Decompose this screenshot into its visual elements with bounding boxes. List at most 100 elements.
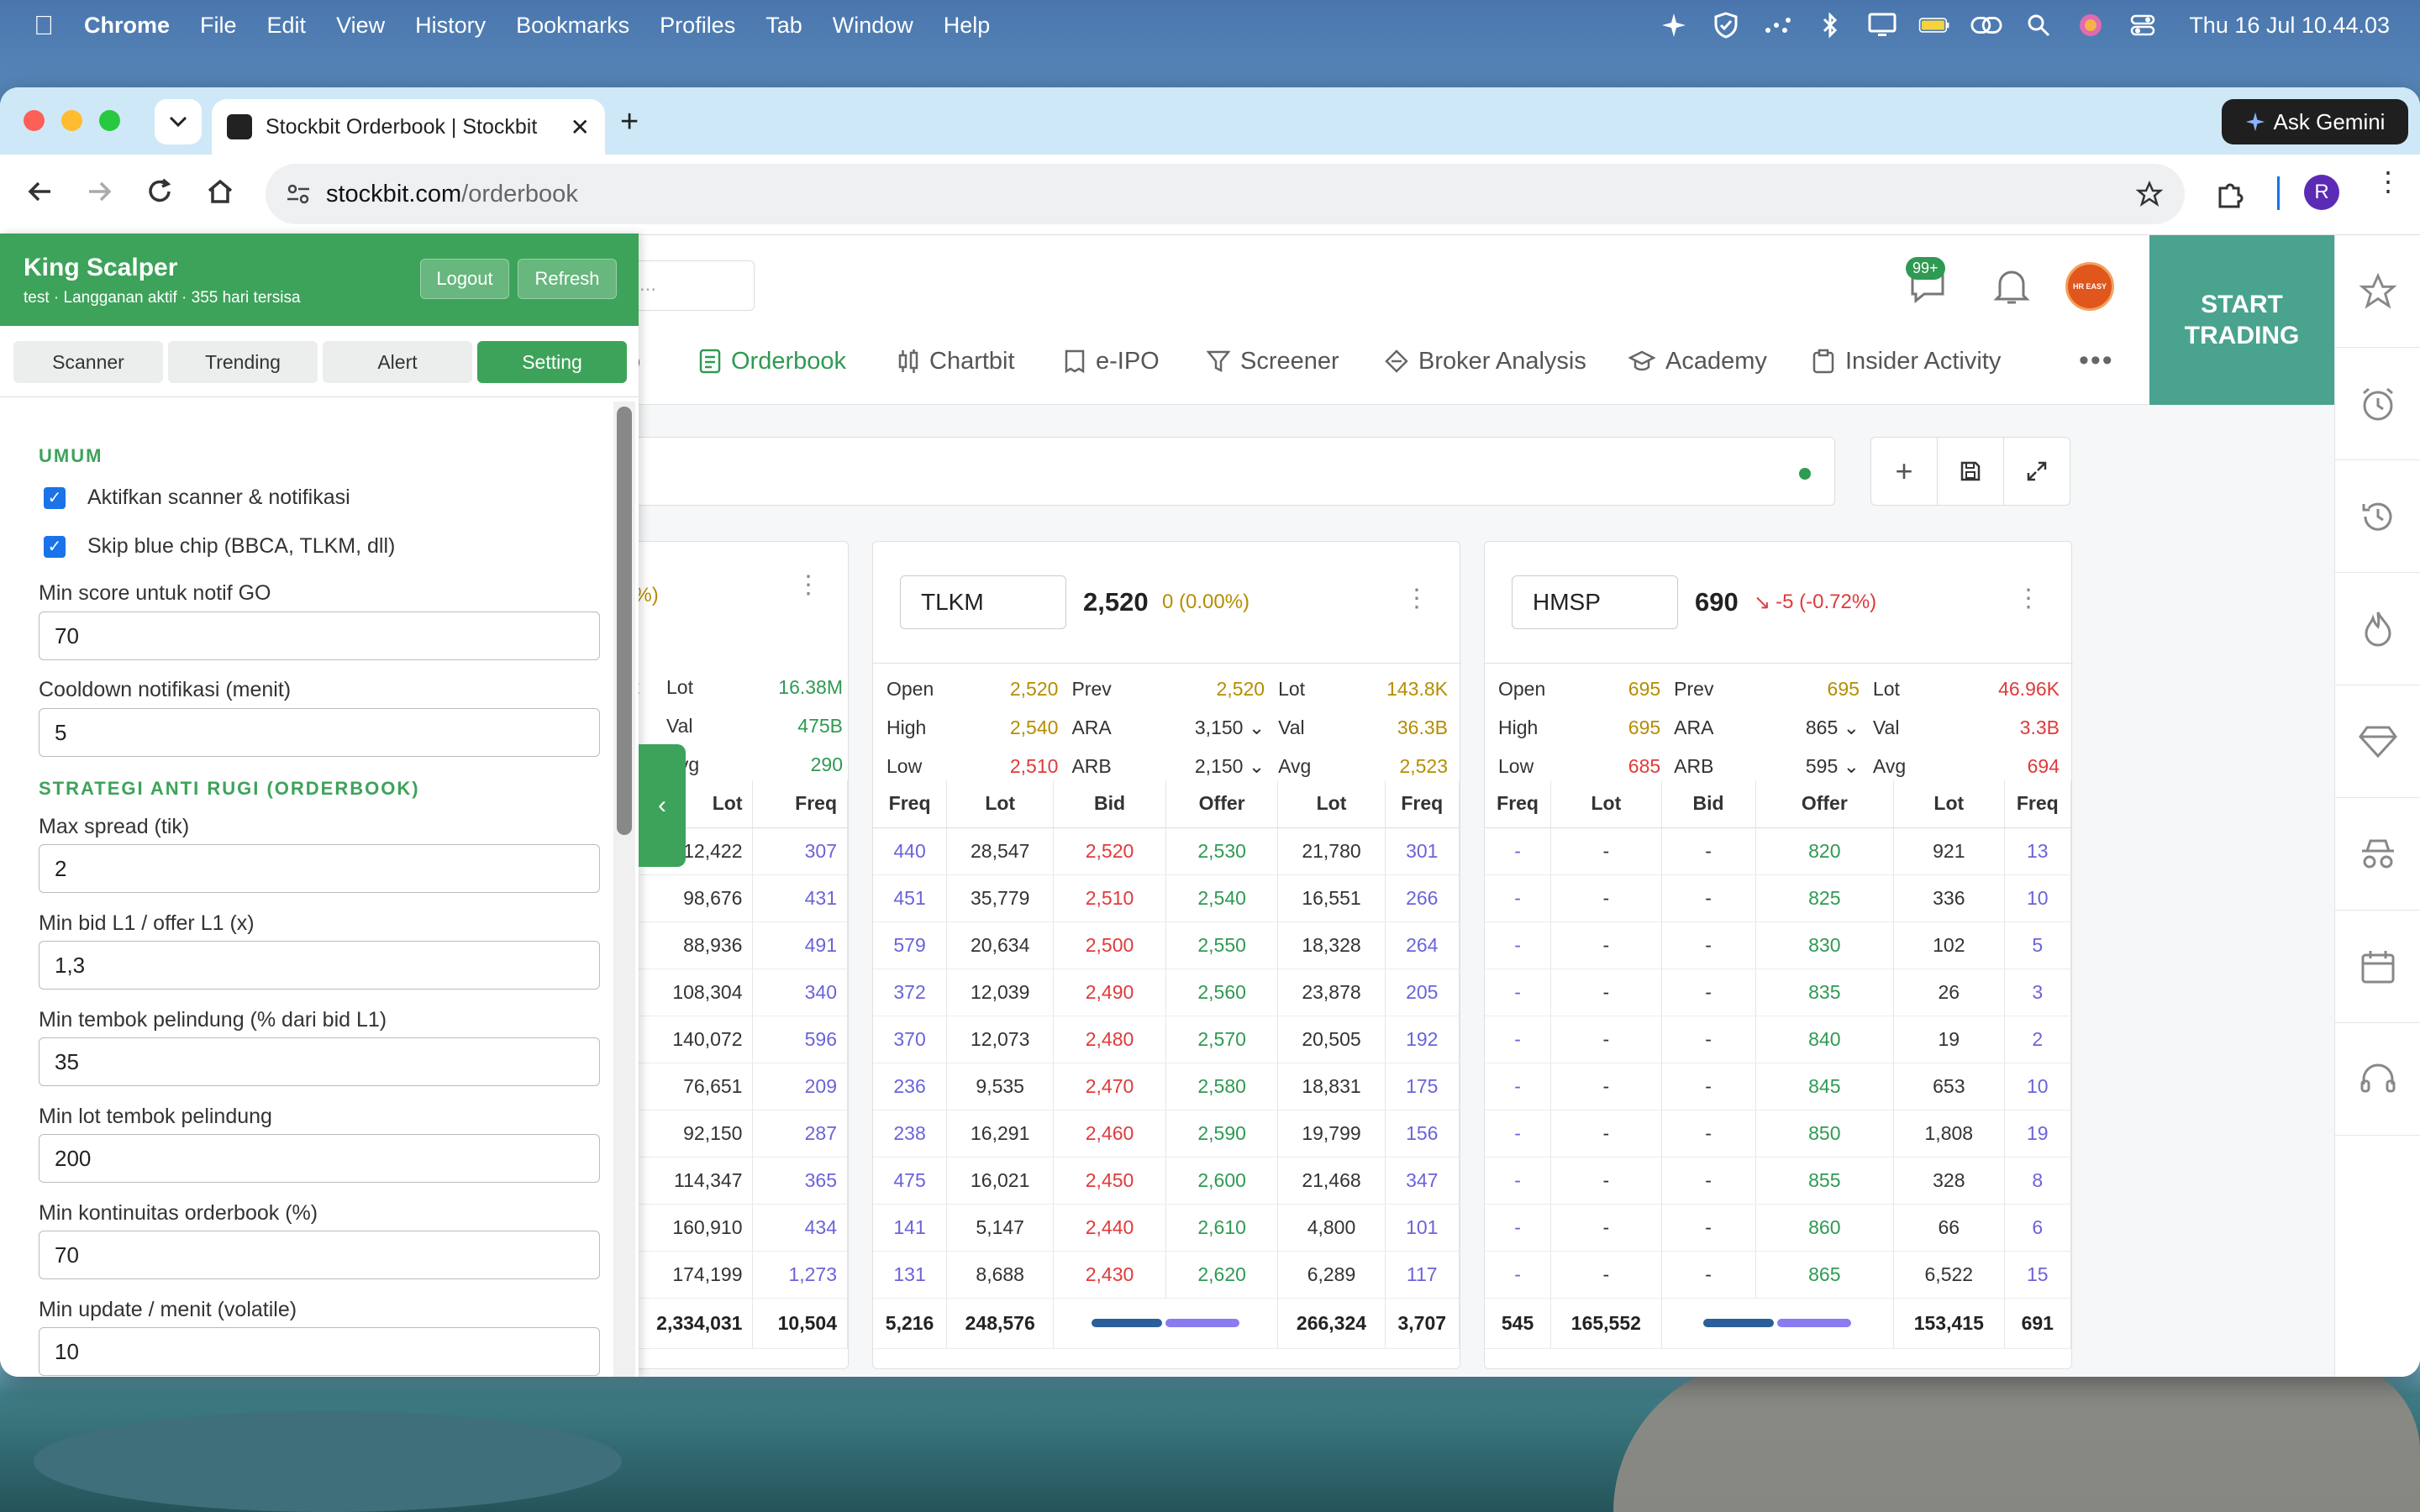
cooldown-input[interactable]: 5 — [39, 708, 600, 757]
table-row[interactable]: - - -855 328 8 — [1485, 1157, 2072, 1205]
panel-menu-icon[interactable]: ⋮ — [2016, 584, 2041, 613]
table-row[interactable]: - - -825 336 10 — [1485, 874, 2072, 922]
search-icon[interactable] — [2023, 9, 2054, 41]
logout-button[interactable]: Logout — [420, 259, 509, 299]
address-bar[interactable]: stockbit.com/orderbook — [266, 164, 2185, 224]
refresh-button[interactable]: Refresh — [518, 259, 617, 299]
table-row[interactable]: 579 20,634 2,500 2,550 18,328 264 — [873, 921, 1460, 969]
close-tab-icon[interactable]: ✕ — [571, 113, 590, 141]
table-row[interactable]: 440 28,547 2,520 2,530 21,780 301 — [873, 827, 1460, 875]
table-row[interactable]: - - -845 653 10 — [1485, 1063, 2072, 1110]
table-row[interactable]: 92,150 287 — [623, 1110, 848, 1158]
nav-item-chartbit[interactable]: Chartbit — [897, 336, 1015, 386]
apple-icon[interactable]:  — [0, 10, 69, 41]
table-row[interactable]: - - -860 66 6 — [1485, 1204, 2072, 1252]
save-icon[interactable] — [1938, 438, 2004, 505]
table-row[interactable]: 141 5,147 2,440 2,610 4,800 101 — [873, 1204, 1460, 1252]
bell-icon[interactable] — [1993, 267, 2030, 310]
skip-bluechip-checkbox[interactable]: ✓ Skip blue chip (BBCA, TLKM, dll) — [44, 534, 395, 559]
collapse-panel-button[interactable]: ‹ — [639, 744, 686, 867]
ask-gemini-button[interactable]: Ask Gemini — [2222, 99, 2408, 144]
menu-edit[interactable]: Edit — [252, 13, 322, 39]
min-bid-offer-input[interactable]: 1,3 — [39, 941, 600, 990]
menu-tab[interactable]: Tab — [750, 13, 818, 39]
enable-scanner-checkbox[interactable]: ✓ Aktifkan scanner & notifikasi — [44, 486, 350, 510]
tab-search-button[interactable] — [155, 99, 202, 144]
checkbox-checked-icon[interactable]: ✓ — [44, 486, 66, 509]
table-row[interactable]: 238 16,291 2,460 2,590 19,799 156 — [873, 1110, 1460, 1158]
dots-icon[interactable] — [1762, 9, 1794, 41]
tab-alert[interactable]: Alert — [323, 341, 472, 383]
nav-item-eipo[interactable]: e-IPO — [1064, 336, 1160, 386]
symbol-input[interactable]: HMSP — [1512, 575, 1678, 629]
scrollbar-track[interactable] — [613, 402, 635, 1377]
table-row[interactable]: - - -835 26 3 — [1485, 969, 2072, 1016]
user-avatar[interactable]: HR EASY — [2065, 262, 2114, 311]
extensions-puzzle-icon[interactable] — [2215, 180, 2245, 214]
control-center-icon[interactable] — [2127, 9, 2159, 41]
min-continuity-input[interactable]: 70 — [39, 1231, 600, 1279]
battery-icon[interactable] — [1918, 9, 1950, 41]
back-arrow-icon[interactable] — [25, 176, 55, 211]
home-icon[interactable] — [205, 176, 235, 211]
table-row[interactable]: 131 8,688 2,430 2,620 6,289 117 — [873, 1251, 1460, 1299]
watchlist-star-icon[interactable] — [2335, 235, 2420, 348]
stock-search-input[interactable]: ... — [622, 260, 755, 311]
expand-icon[interactable] — [2004, 438, 2070, 505]
table-row[interactable]: - - -865 6,522 15 — [1485, 1251, 2072, 1299]
nav-item-screener[interactable]: Screener — [1207, 336, 1339, 386]
nav-item-academy[interactable]: Academy — [1628, 336, 1767, 386]
shield-icon[interactable] — [1710, 9, 1742, 41]
trending-fire-icon[interactable] — [2335, 573, 2420, 685]
siri-icon[interactable] — [2075, 9, 2107, 41]
history-icon[interactable] — [2335, 460, 2420, 573]
table-row[interactable]: - - -850 1,808 19 — [1485, 1110, 2072, 1158]
scrollbar-thumb[interactable] — [617, 407, 632, 835]
menu-history[interactable]: History — [400, 13, 501, 39]
table-row[interactable]: - - -820 921 13 — [1485, 827, 2072, 875]
table-row[interactable]: 108,304 340 — [623, 969, 848, 1016]
panel1-menu-icon[interactable]: ⋮ — [796, 573, 821, 598]
tab-setting[interactable]: Setting — [477, 341, 627, 383]
table-row[interactable]: 160,910 434 — [623, 1204, 848, 1252]
menu-bookmarks[interactable]: Bookmarks — [501, 13, 644, 39]
link-icon[interactable] — [1970, 9, 2002, 41]
menu-view[interactable]: View — [321, 13, 400, 39]
bookmark-star-icon[interactable] — [2136, 181, 2163, 207]
tab-scanner[interactable]: Scanner — [13, 341, 163, 383]
calendar-icon[interactable] — [2335, 911, 2420, 1023]
min-wall-lot-input[interactable]: 200 — [39, 1134, 600, 1183]
tab-orderbook[interactable]: Stockbit Orderbook | Stockbit ✕ — [212, 99, 605, 155]
nav-item-orderbook[interactable]: Orderbook — [699, 336, 846, 386]
min-score-input[interactable]: 70 — [39, 612, 600, 660]
tab-trending[interactable]: Trending — [168, 341, 318, 383]
table-row[interactable]: 475 16,021 2,450 2,600 21,468 347 — [873, 1157, 1460, 1205]
chrome-menu-icon[interactable]: ⋮ — [2375, 168, 2402, 195]
table-row[interactable]: 88,936 491 — [623, 921, 848, 969]
table-row[interactable]: 98,676 431 — [623, 874, 848, 922]
menu-window[interactable]: Window — [818, 13, 929, 39]
table-row[interactable]: 370 12,073 2,480 2,570 20,505 192 — [873, 1016, 1460, 1063]
profile-avatar[interactable]: R — [2304, 175, 2339, 210]
table-row[interactable]: 236 9,535 2,470 2,580 18,831 175 — [873, 1063, 1460, 1110]
menu-file[interactable]: File — [185, 13, 252, 39]
diamond-icon[interactable] — [2335, 685, 2420, 798]
start-trading-button[interactable]: START TRADING — [2149, 235, 2334, 405]
display-icon[interactable] — [1866, 9, 1898, 41]
checkbox-checked-icon[interactable]: ✓ — [44, 535, 66, 558]
reload-icon[interactable] — [145, 176, 175, 211]
table-row[interactable]: 174,199 1,273 — [623, 1251, 848, 1299]
site-settings-icon[interactable] — [286, 182, 311, 206]
incognito-icon[interactable] — [2335, 798, 2420, 911]
new-tab-button[interactable]: + — [620, 104, 639, 140]
table-row[interactable]: 76,651 209 — [623, 1063, 848, 1110]
menu-profiles[interactable]: Profiles — [644, 13, 750, 39]
forward-arrow-icon[interactable] — [84, 176, 114, 211]
bluetooth-icon[interactable] — [1814, 9, 1846, 41]
table-row[interactable]: 451 35,779 2,510 2,540 16,551 266 — [873, 874, 1460, 922]
sparkle-icon[interactable] — [1658, 9, 1690, 41]
nav-item-broker-analysis[interactable]: Broker Analysis — [1385, 336, 1586, 386]
chat-icon[interactable]: 99+ — [1906, 257, 1949, 308]
table-row[interactable]: 140,072 596 — [623, 1016, 848, 1063]
menu-app-name[interactable]: Chrome — [69, 13, 185, 39]
